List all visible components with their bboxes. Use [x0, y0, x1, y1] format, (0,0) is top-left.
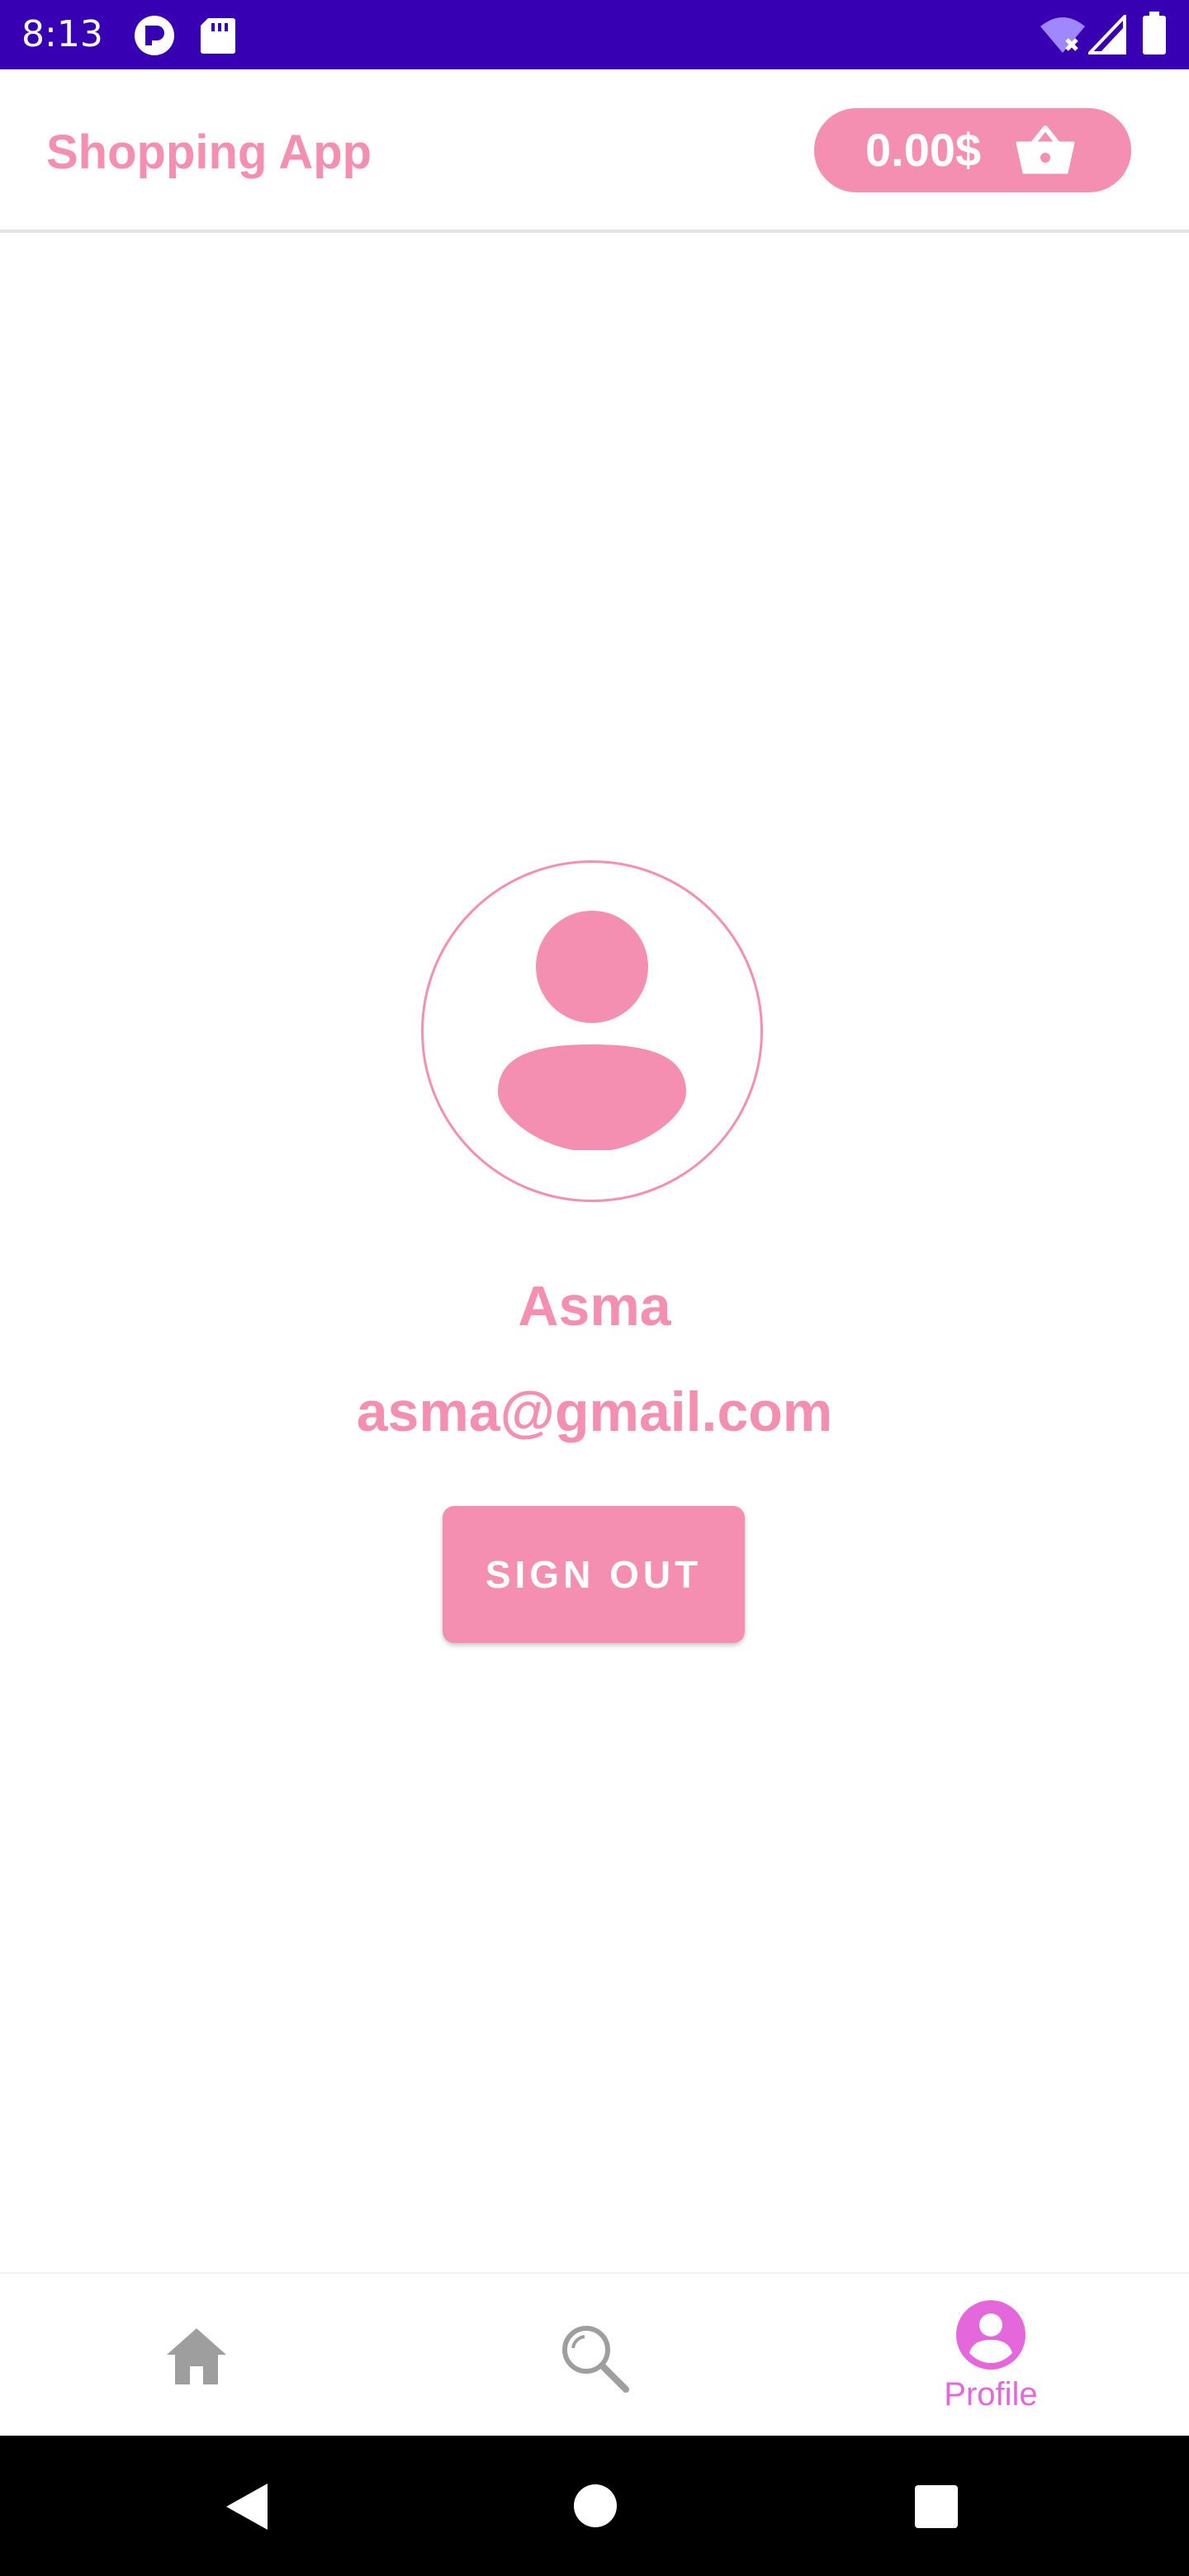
home-icon [167, 2328, 226, 2384]
cart-total: 0.00$ [865, 124, 982, 176]
sign-out-button[interactable]: SIGN OUT [443, 1506, 745, 1643]
system-navigation-bar [0, 2436, 1189, 2576]
avatar [421, 860, 763, 1202]
account-icon [498, 911, 686, 1150]
nav-item-home[interactable] [0, 2274, 396, 2437]
nav-label-profile: Profile [944, 2376, 1038, 2413]
account-circle-icon [956, 2300, 1026, 2370]
app-notification-icon [135, 16, 174, 55]
bottom-navigation: Profile [0, 2272, 1189, 2437]
nav-item-search[interactable] [396, 2274, 793, 2437]
sd-card-icon [201, 18, 235, 54]
nav-item-profile[interactable]: Profile [793, 2274, 1189, 2437]
shopping-basket-icon [1016, 125, 1075, 174]
back-icon[interactable] [223, 2480, 272, 2533]
app-bar: Shopping App 0.00$ [0, 69, 1189, 233]
recents-icon[interactable] [915, 2485, 958, 2528]
cart-button[interactable]: 0.00$ [814, 108, 1131, 192]
status-time: 8:13 [21, 13, 103, 55]
status-bar: 8:13 [0, 0, 1189, 69]
profile-email: asma@gmail.com [356, 1380, 833, 1443]
wifi-icon [1040, 17, 1085, 53]
battery-icon [1143, 12, 1166, 54]
home-circle-icon[interactable] [573, 2484, 618, 2528]
app-title: Shopping App [46, 125, 372, 179]
search-icon [562, 2326, 629, 2393]
cell-signal-icon [1088, 15, 1126, 54]
profile-name: Asma [518, 1275, 671, 1338]
